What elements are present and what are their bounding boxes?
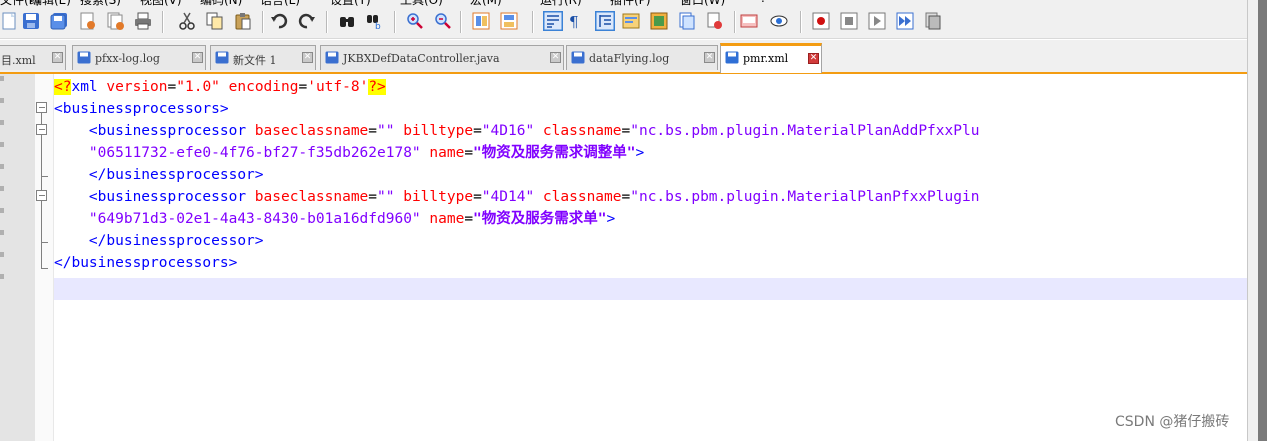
svg-text:¶: ¶ (569, 13, 579, 30)
eye-icon[interactable] (770, 12, 788, 30)
file-saved-icon (215, 51, 229, 64)
toolbar-separator (326, 11, 328, 33)
code-line-4: "06511732-efe0-4f76-bf27-f35db262e178" n… (88, 145, 645, 161)
function-list-icon[interactable] (678, 12, 696, 30)
tab[interactable]: dataFlying.log ✕ (566, 45, 718, 70)
file-saved-icon (571, 51, 585, 64)
save-icon[interactable] (22, 12, 40, 30)
save-macro-icon[interactable] (924, 12, 942, 30)
paste-icon[interactable] (234, 12, 252, 30)
monitor-icon[interactable] (740, 12, 758, 30)
record-macro-icon[interactable] (812, 12, 830, 30)
code-line-2: <businessprocessors> (54, 101, 229, 117)
tab[interactable]: JKBXDefDataController.java ✕ (320, 45, 564, 70)
code-line-3: <businessprocessor baseclassname="" bill… (88, 123, 980, 139)
zoom-out-icon[interactable] (434, 12, 452, 30)
copy-icon[interactable] (206, 12, 224, 30)
window-edge (1258, 0, 1267, 441)
tab[interactable]: 目.xml ✕ (0, 45, 66, 70)
watermark: CSDN @猪仔搬砖 (1115, 414, 1230, 430)
toolbar-separator (460, 11, 462, 33)
new-icon[interactable] (0, 12, 18, 30)
toolbar-separator (394, 11, 396, 33)
tab-close-icon[interactable]: ✕ (52, 52, 63, 63)
sync-v-icon[interactable] (472, 12, 490, 30)
tab-active[interactable]: pmr.xml ✕ (720, 43, 822, 73)
find-icon[interactable] (338, 12, 356, 30)
code-line-9: </businessprocessors> (54, 255, 238, 271)
folder-workspace-icon[interactable] (706, 12, 724, 30)
toolbar: b ¶ (0, 6, 1267, 39)
redo-icon[interactable] (298, 12, 316, 30)
undo-icon[interactable] (270, 12, 288, 30)
tab-close-icon[interactable]: ✕ (704, 52, 715, 63)
code-editor[interactable]: <?xml version="1.0" encoding='utf-8'?> <… (54, 74, 1247, 441)
fold-margin[interactable] (35, 74, 54, 441)
toolbar-separator (734, 11, 736, 33)
fold-markers[interactable] (35, 74, 54, 441)
tab-close-icon[interactable]: ✕ (192, 52, 203, 63)
current-line-highlight (54, 278, 1247, 300)
replace-icon[interactable]: b (366, 12, 384, 30)
cut-icon[interactable] (178, 12, 196, 30)
play-macro-icon[interactable] (868, 12, 886, 30)
tab-label: 目.xml (1, 54, 36, 67)
word-wrap-icon[interactable] (543, 11, 563, 31)
close-all-icon[interactable] (106, 12, 124, 30)
zoom-in-icon[interactable] (406, 12, 424, 30)
code-line-8: </businessprocessor> (88, 233, 264, 249)
toolbar-separator (532, 11, 534, 33)
svg-text:b: b (375, 22, 381, 30)
tab[interactable]: pfxx-log.log ✕ (72, 45, 206, 70)
line-number-gutter (0, 74, 35, 441)
file-saved-icon (325, 51, 339, 64)
indent-guide-icon[interactable] (595, 11, 615, 31)
print-icon[interactable] (134, 12, 152, 30)
show-all-chars-icon[interactable]: ¶ (566, 12, 584, 30)
toolbar-separator (800, 11, 802, 33)
udl-icon[interactable] (622, 12, 640, 30)
close-icon[interactable] (78, 12, 96, 30)
code-line-5: </businessprocessor> (88, 167, 264, 183)
toolbar-separator (262, 11, 264, 33)
code-line-6: <businessprocessor baseclassname="" bill… (88, 189, 980, 205)
tab-close-icon[interactable]: ✕ (808, 53, 819, 64)
file-saved-icon (725, 51, 739, 64)
file-saved-icon (77, 51, 91, 64)
tab-label: dataFlying.log (589, 52, 670, 65)
tab-label: 新文件 1 (233, 54, 277, 67)
run-macro-multiple-icon[interactable] (896, 12, 914, 30)
doc-map-icon[interactable] (650, 12, 668, 30)
tab-label: pfxx-log.log (95, 52, 160, 65)
tab-close-icon[interactable]: ✕ (302, 52, 313, 63)
tab[interactable]: 新文件 1 ✕ (210, 45, 316, 70)
tab-label: pmr.xml (743, 52, 789, 65)
sync-h-icon[interactable] (500, 12, 518, 30)
code-line-1: <?xml version="1.0" encoding='utf-8'?> (54, 79, 386, 95)
stop-macro-icon[interactable] (840, 12, 858, 30)
save-all-icon[interactable] (50, 12, 68, 30)
toolbar-separator (162, 11, 164, 33)
tab-close-icon[interactable]: ✕ (550, 52, 561, 63)
code-line-7: "649b71d3-02e1-4a43-8430-b01a16dfd960" n… (88, 211, 616, 227)
tab-label: JKBXDefDataController.java (343, 52, 500, 65)
